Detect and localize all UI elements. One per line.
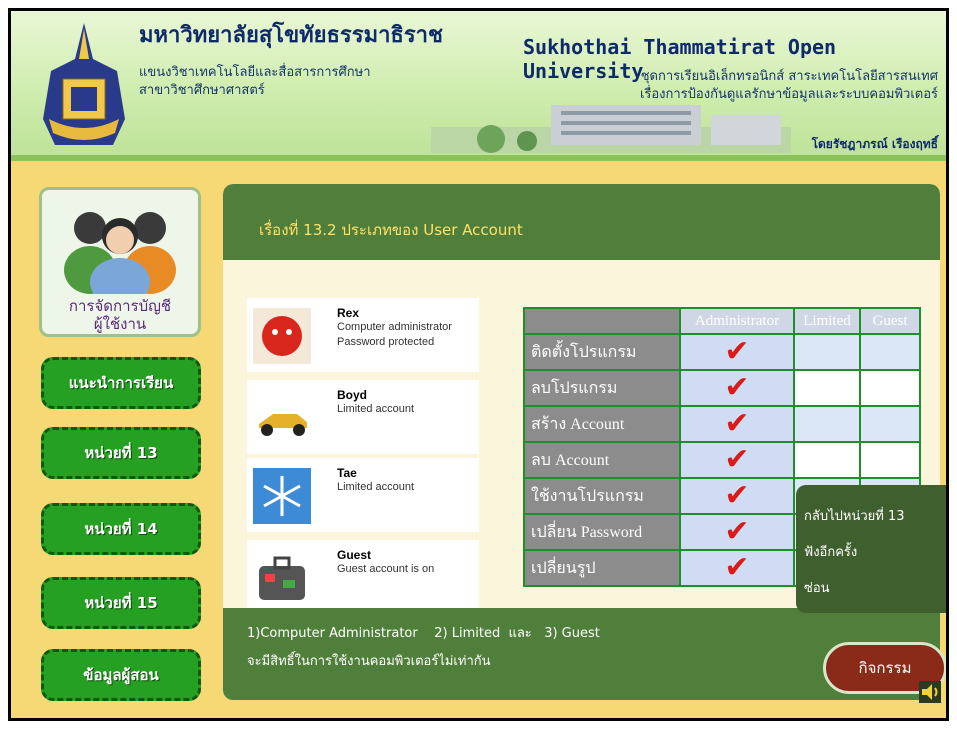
checkmark-icon: ✔ (724, 335, 750, 368)
hide-option[interactable]: ซ่อน (804, 577, 830, 598)
guest-cell (859, 441, 921, 479)
lesson-title: เรื่องที่ 13.2 ประเภทของ User Account (259, 221, 523, 239)
account-item-guest: Guest Guest account is on (247, 540, 479, 614)
race-car-icon (253, 390, 311, 446)
users-group-icon (64, 212, 176, 294)
row-label: ลบ Account (523, 441, 681, 479)
header-banner: มหาวิทยาลัยสุโขทัยธรรมาธิราช แขนงวิชาเทค… (11, 11, 946, 161)
topic-label-line2: ผู้ใช้งาน (93, 315, 147, 333)
red-mascot-icon (253, 308, 311, 364)
table-corner-cell (523, 307, 681, 335)
row-label: สร้าง Account (523, 405, 681, 443)
column-header-administrator: Administrator (679, 307, 795, 335)
table-row: ลบโปรแกรม ✔ (523, 369, 921, 407)
row-label: เปลี่ยนรูป (523, 549, 681, 587)
table-row: ลบ Account ✔ (523, 441, 921, 479)
limited-cell (793, 405, 861, 443)
account-desc-line1: Computer administrator (337, 321, 452, 333)
account-desc-line1: Limited account (337, 481, 415, 493)
account-desc-line2: Password protected (337, 336, 435, 348)
checkmark-icon: ✔ (724, 551, 750, 584)
content-panel: เรื่องที่ 13.2 ประเภทของ User Account Re… (223, 184, 940, 700)
snowflake-icon (253, 468, 311, 524)
speaker-icon[interactable] (919, 681, 941, 703)
author-credit: โดยรัชฎาภรณ์ เรืองฤทธิ์ (811, 137, 938, 151)
context-popup-menu: กลับไปหน่วยที่ 13 ฟังอีกครั้ง ซ่อน (796, 485, 946, 613)
admin-check-cell: ✔ (679, 405, 795, 443)
account-desc-line1: Limited account (337, 403, 415, 415)
nav-unit-14-button[interactable]: หน่วยที่ 14 (41, 503, 201, 555)
account-name: Guest (337, 548, 372, 562)
checkmark-icon: ✔ (724, 443, 750, 476)
summary-line1: 1)Computer Administrator 2) Limited และ … (247, 626, 600, 641)
row-label: เปลี่ยน Password (523, 513, 681, 551)
admin-check-cell: ✔ (679, 441, 795, 479)
account-item-boyd: Boyd Limited account (247, 380, 479, 454)
limited-cell (793, 441, 861, 479)
topic-card: การจัดการบัญชี ผู้ใช้งาน (39, 187, 201, 337)
admin-check-cell: ✔ (679, 477, 795, 515)
checkmark-icon: ✔ (724, 407, 750, 440)
account-item-rex: Rex Computer administrator Password prot… (247, 298, 479, 372)
admin-check-cell: ✔ (679, 369, 795, 407)
table-row: สร้าง Account ✔ (523, 405, 921, 443)
listen-again-option[interactable]: ฟังอีกครั้ง (804, 541, 857, 562)
checkmark-icon: ✔ (724, 371, 750, 404)
checkmark-icon: ✔ (724, 515, 750, 548)
column-header-limited: Limited (793, 307, 861, 335)
row-label: ลบโปรแกรม (523, 369, 681, 407)
account-name: Boyd (337, 388, 367, 402)
admin-check-cell: ✔ (679, 549, 795, 587)
admin-check-cell: ✔ (679, 513, 795, 551)
checkmark-icon: ✔ (724, 479, 750, 512)
admin-check-cell: ✔ (679, 333, 795, 371)
account-name: Tae (337, 466, 357, 480)
column-header-guest: Guest (859, 307, 921, 335)
nav-unit-13-button[interactable]: หน่วยที่ 13 (41, 427, 201, 479)
guest-cell (859, 369, 921, 407)
nav-intro-button[interactable]: แนะนำการเรียน (41, 357, 201, 409)
guest-cell (859, 405, 921, 443)
table-header-row: Administrator Limited Guest (523, 307, 921, 335)
table-row: ติดตั้งโปรแกรม ✔ (523, 333, 921, 371)
account-item-tae: Tae Limited account (247, 458, 479, 532)
row-label: ติดตั้งโปรแกรม (523, 333, 681, 371)
summary-line2: จะมีสิทธิ์ในการใช้งานคอมพิวเตอร์ไม่เท่าก… (247, 654, 491, 669)
nav-unit-15-button[interactable]: หน่วยที่ 15 (41, 577, 201, 629)
university-name-th: มหาวิทยาลัยสุโขทัยธรรมาธิราช (139, 22, 443, 48)
suitcase-icon (253, 550, 311, 606)
nav-instructor-info-button[interactable]: ข้อมูลผู้สอน (41, 649, 201, 701)
faculty-line: สาขาวิชาศึกษาศาสตร์ (139, 83, 265, 98)
row-label: ใช้งานโปรแกรม (523, 477, 681, 515)
limited-cell (793, 369, 861, 407)
account-name: Rex (337, 306, 360, 320)
limited-cell (793, 333, 861, 371)
university-logo (43, 23, 125, 145)
guest-cell (859, 333, 921, 371)
app-frame: มหาวิทยาลัยสุโขทัยธรรมาธิราช แขนงวิชาเทค… (8, 8, 949, 721)
campus-building-image (431, 105, 791, 153)
back-to-unit-13-option[interactable]: กลับไปหน่วยที่ 13 (804, 505, 905, 526)
account-desc-line1: Guest account is on (337, 563, 435, 575)
